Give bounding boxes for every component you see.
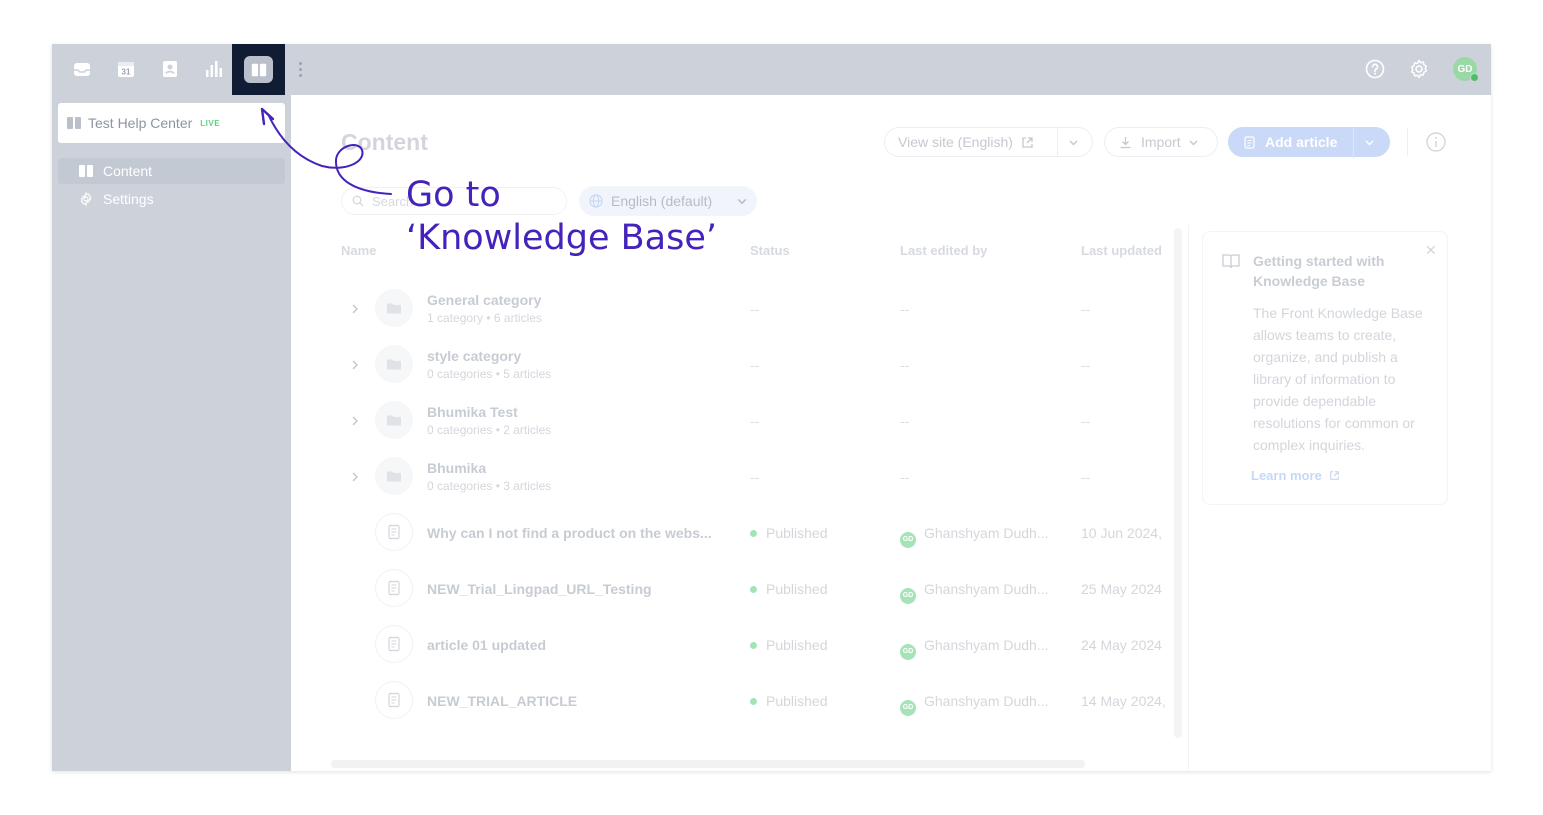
top-bar: 31 GD <box>52 44 1491 95</box>
status-dot <box>750 642 757 649</box>
open-book-icon <box>1222 254 1240 269</box>
help-icon[interactable] <box>1364 58 1386 80</box>
download-icon <box>1120 136 1131 148</box>
category-row[interactable]: Bhumika 0 categories • 3 articles -- -- … <box>341 456 1171 512</box>
info-icon[interactable] <box>1425 131 1447 153</box>
live-badge: LIVE <box>200 118 221 128</box>
chevron-down-icon <box>737 198 747 205</box>
chevron-right-icon[interactable] <box>350 470 360 484</box>
book-icon <box>79 165 93 177</box>
user-avatar[interactable]: GD <box>1453 57 1479 82</box>
page-title: Content <box>341 129 428 155</box>
learn-more-link[interactable]: Learn more <box>1251 468 1340 483</box>
import-button[interactable]: Import <box>1104 127 1218 157</box>
close-icon[interactable]: ✕ <box>1425 242 1437 259</box>
document-icon <box>375 625 413 663</box>
vertical-scrollbar[interactable] <box>1174 228 1182 738</box>
app-window: 31 GD Test Help Center LIVE Content Sett… <box>52 44 1491 771</box>
status-dot <box>750 530 757 537</box>
search-icon <box>352 195 364 207</box>
external-link-icon <box>1330 471 1340 480</box>
column-header-status[interactable]: Status <box>750 243 790 258</box>
svg-text:31: 31 <box>122 68 131 77</box>
column-header-name[interactable]: Name <box>341 243 376 258</box>
category-row[interactable]: General category 1 category • 6 articles… <box>341 288 1171 344</box>
column-header-last-updated[interactable]: Last updated <box>1081 243 1162 258</box>
editor-avatar: GD <box>900 700 916 716</box>
category-row[interactable]: style category 0 categories • 5 articles… <box>341 344 1171 400</box>
contacts-icon[interactable] <box>158 57 182 81</box>
sidebar-item-settings[interactable]: Settings <box>58 186 285 212</box>
getting-started-body: The Front Knowledge Base allows teams to… <box>1253 305 1423 453</box>
editor-avatar: GD <box>900 532 916 548</box>
document-icon <box>375 569 413 607</box>
column-header-last-edited-by[interactable]: Last edited by <box>900 243 987 258</box>
horizontal-scrollbar[interactable] <box>331 760 1085 768</box>
status-dot <box>750 586 757 593</box>
view-site-button[interactable]: View site (English) <box>884 127 1093 157</box>
getting-started-title: Getting started with Knowledge Base <box>1253 253 1385 289</box>
gear-icon[interactable] <box>1408 58 1430 80</box>
inbox-icon[interactable] <box>70 57 94 81</box>
gear-icon <box>80 192 92 206</box>
article-row[interactable]: NEW_TRIAL_ARTICLE Published GD Ghanshyam … <box>341 680 1171 736</box>
help-center-selector[interactable]: Test Help Center LIVE <box>58 103 285 143</box>
add-article-button[interactable]: Add article <box>1228 127 1390 158</box>
folder-icon <box>375 457 413 495</box>
getting-started-card: Getting started with Knowledge Base ✕ Th… <box>1202 231 1448 505</box>
annotation-label: Go to ‘Knowledge Base’ <box>406 175 718 258</box>
document-icon <box>375 681 413 719</box>
folder-icon <box>375 401 413 439</box>
chevron-right-icon[interactable] <box>350 302 360 316</box>
sidebar-item-content[interactable]: Content <box>58 158 285 184</box>
chevron-right-icon[interactable] <box>350 358 360 372</box>
analytics-icon[interactable] <box>202 57 226 81</box>
article-row[interactable]: article 01 updated Published GD Ghanshyam… <box>341 624 1171 680</box>
article-row[interactable]: Why can I not find a product on the webs… <box>341 512 1171 568</box>
help-center-icon <box>67 117 81 129</box>
chevron-down-icon <box>1189 140 1198 145</box>
folder-icon <box>375 345 413 383</box>
article-icon <box>1244 135 1255 149</box>
more-apps-icon[interactable] <box>299 60 305 78</box>
article-row[interactable]: NEW_Trial_Lingpad_URL_Testing Published … <box>341 568 1171 624</box>
status-dot <box>750 698 757 705</box>
chevron-right-icon[interactable] <box>350 414 360 428</box>
calendar-icon[interactable]: 31 <box>114 57 138 81</box>
chevron-down-icon[interactable] <box>1067 136 1080 149</box>
chevron-down-icon[interactable] <box>1363 136 1376 149</box>
document-icon <box>375 513 413 551</box>
editor-avatar: GD <box>900 588 916 604</box>
category-row[interactable]: Bhumika Test 0 categories • 2 articles -… <box>341 400 1171 456</box>
editor-avatar: GD <box>900 644 916 660</box>
knowledge-base-icon <box>244 56 273 83</box>
external-link-icon <box>1022 136 1033 148</box>
sidebar: Test Help Center LIVE Content Settings <box>52 95 291 771</box>
folder-icon <box>375 289 413 327</box>
knowledge-base-nav-button[interactable] <box>232 44 285 95</box>
help-center-title: Test Help Center <box>88 115 193 131</box>
